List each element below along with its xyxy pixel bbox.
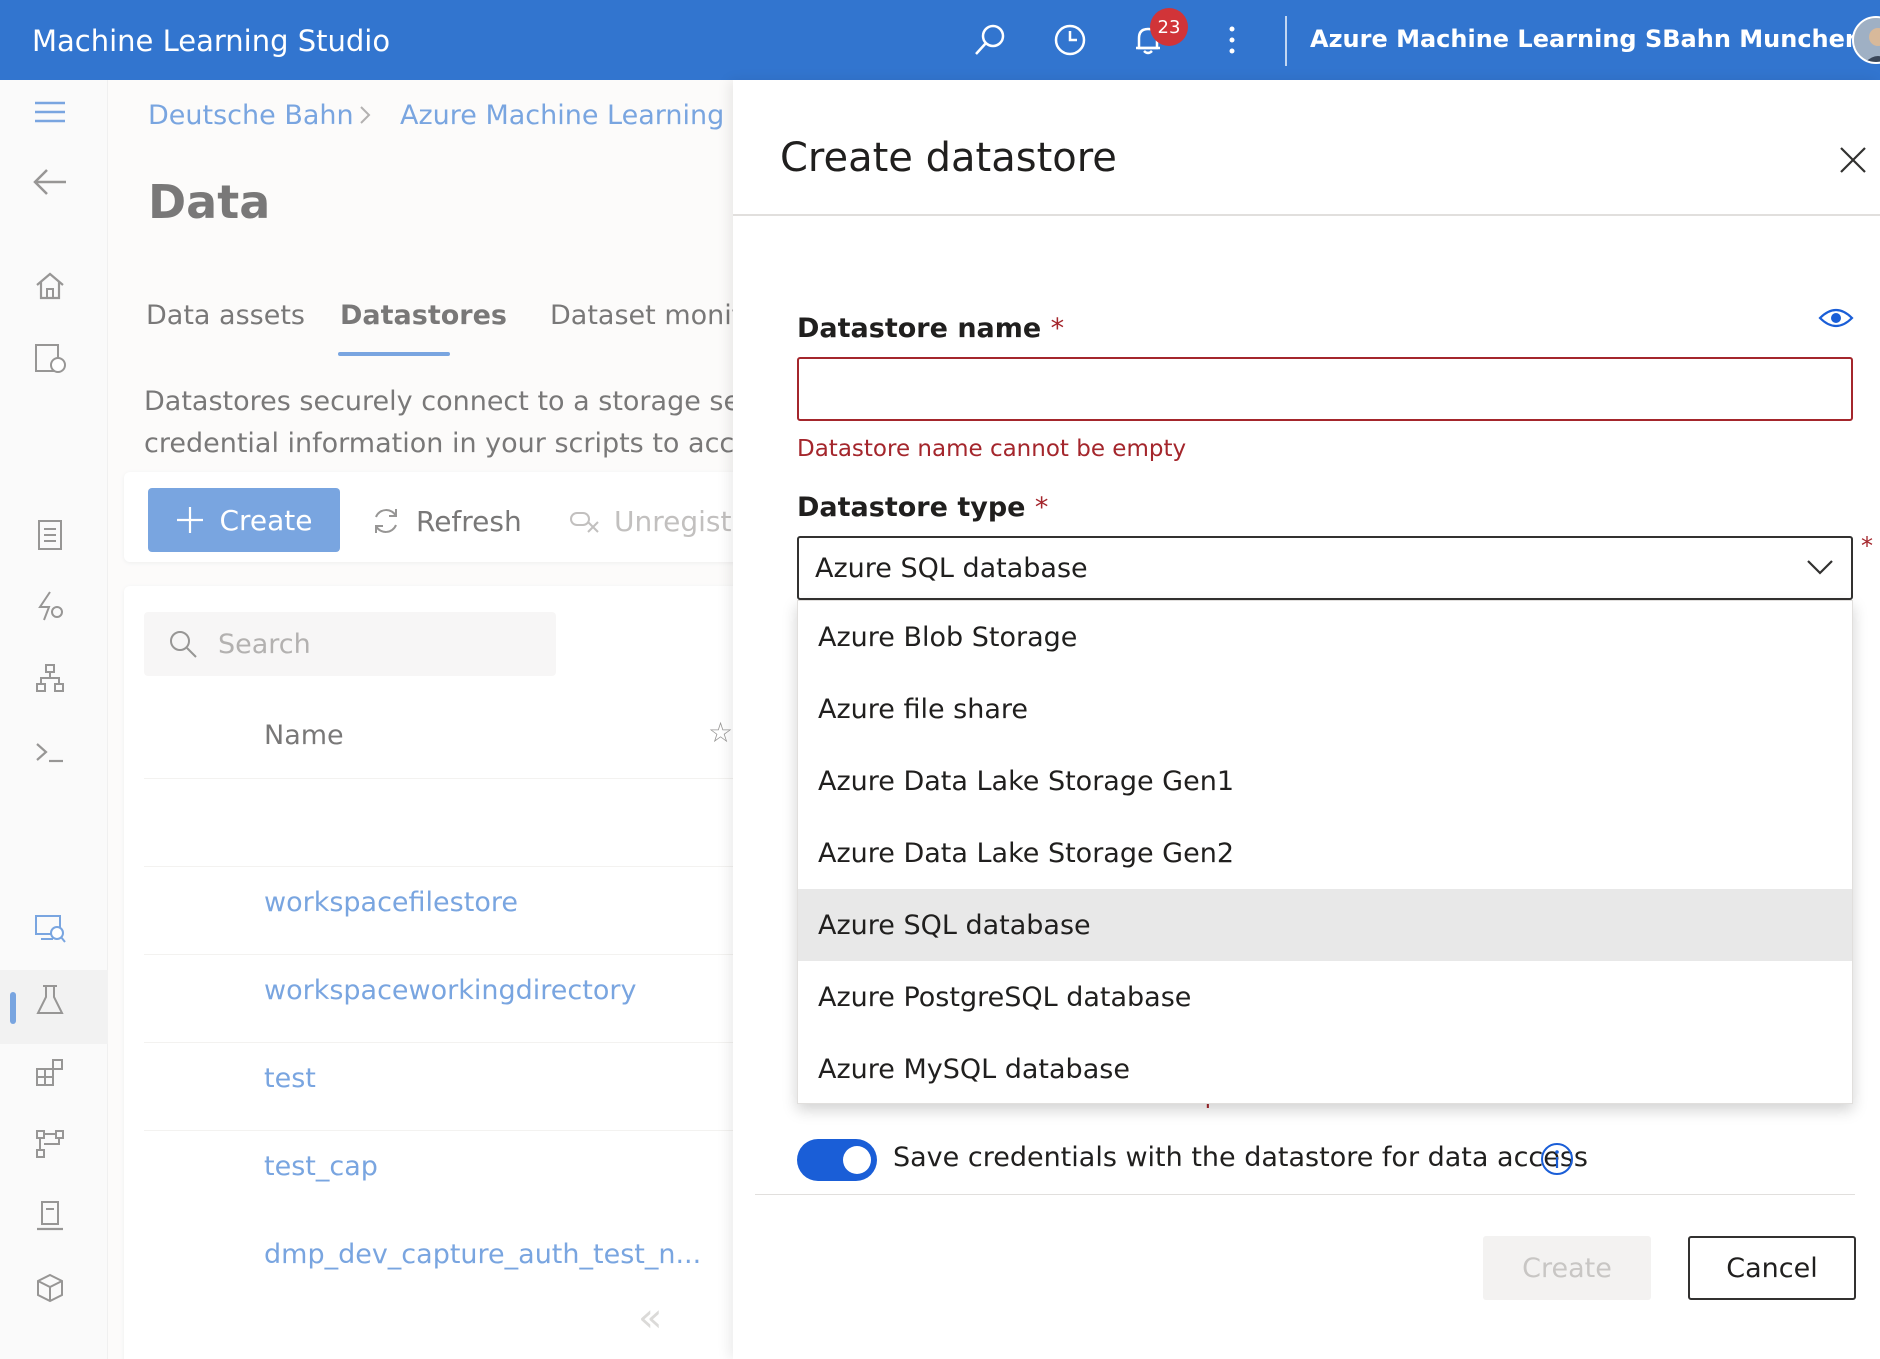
panel-divider <box>733 214 1880 216</box>
footer-divider <box>755 1194 1855 1195</box>
overlay-dim <box>0 80 733 1359</box>
dropdown-option[interactable]: Azure file share <box>798 673 1852 745</box>
toggle-knob <box>843 1146 871 1174</box>
datastore-name-label: Datastore name * <box>797 313 1064 344</box>
eye-icon[interactable] <box>1818 306 1854 330</box>
dropdown-option[interactable]: Azure MySQL database <box>798 1033 1852 1105</box>
panel-title: Create datastore <box>780 135 1117 181</box>
workspace-selector[interactable]: Azure Machine Learning SBahn Munchen <box>1310 25 1880 53</box>
more-icon[interactable] <box>1210 18 1254 62</box>
datastore-name-error: Datastore name cannot be empty <box>797 436 1187 462</box>
cancel-button[interactable]: Cancel <box>1688 1236 1856 1300</box>
required-mark: * <box>1034 492 1049 523</box>
topbar-divider <box>1285 16 1287 66</box>
panel-create-button[interactable]: Create <box>1483 1236 1651 1300</box>
datastore-name-label-text: Datastore name <box>797 313 1042 344</box>
close-icon[interactable] <box>1833 140 1873 180</box>
workspace-name: Azure Machine Learning SBahn Munchen <box>1310 25 1862 53</box>
dropdown-option-selected[interactable]: Azure SQL database <box>798 889 1852 961</box>
app-title[interactable]: Machine Learning Studio <box>32 24 390 58</box>
history-icon[interactable] <box>1048 18 1092 62</box>
dropdown-option[interactable]: Azure Data Lake Storage Gen1 <box>798 745 1852 817</box>
notification-badge: 23 <box>1150 8 1188 46</box>
datastore-type-label-text: Datastore type <box>797 492 1026 523</box>
dropdown-option[interactable]: Azure Blob Storage <box>798 601 1852 673</box>
datastore-type-value: Azure SQL database <box>815 552 1088 584</box>
save-credentials-label: Save credentials with the datastore for … <box>893 1142 1588 1173</box>
search-icon[interactable] <box>968 18 1012 62</box>
datastore-type-select[interactable]: Azure SQL database <box>797 536 1853 600</box>
required-mark: * <box>1050 313 1065 344</box>
save-credentials-toggle[interactable] <box>797 1139 877 1181</box>
dropdown-option[interactable]: Azure Data Lake Storage Gen2 <box>798 817 1852 889</box>
avatar[interactable] <box>1852 16 1880 64</box>
datastore-type-dropdown: Azure Blob Storage Azure file share Azur… <box>797 600 1853 1104</box>
top-bar: Machine Learning Studio 23 Azure Machine… <box>0 0 1880 80</box>
info-icon[interactable] <box>1539 1141 1575 1177</box>
create-datastore-panel: Create datastore Datastore name * Datast… <box>733 80 1880 1359</box>
datastore-type-label: Datastore type * <box>797 492 1048 523</box>
chevron-down-icon[interactable] <box>1805 554 1835 580</box>
dropdown-option[interactable]: Azure PostgreSQL database <box>798 961 1852 1033</box>
datastore-name-field[interactable] <box>797 357 1853 421</box>
required-mark: * <box>1861 532 1873 560</box>
